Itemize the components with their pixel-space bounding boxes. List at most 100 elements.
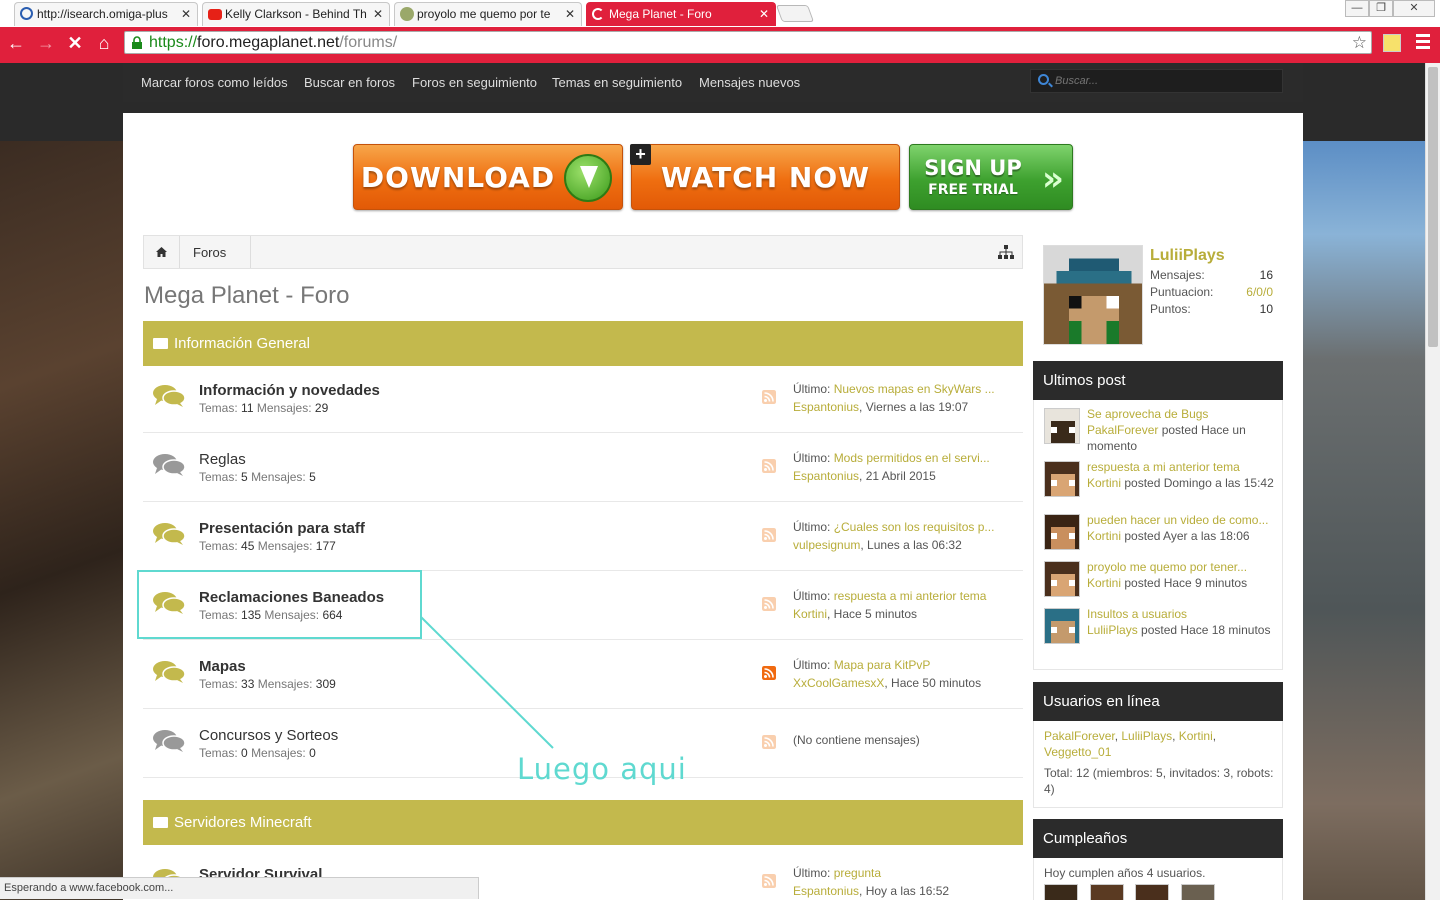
rss-icon[interactable] xyxy=(762,528,776,542)
last-post-link[interactable]: Nuevos mapas en SkyWars ... xyxy=(834,382,995,396)
avatar[interactable] xyxy=(1135,884,1170,900)
nav-mark-read[interactable]: Marcar foros como leídos xyxy=(141,75,288,90)
avatar[interactable] xyxy=(1043,245,1143,345)
last-post-link[interactable]: pregunta xyxy=(834,866,881,880)
rss-icon[interactable] xyxy=(762,597,776,611)
messages-count: 309 xyxy=(315,677,336,691)
rss-icon[interactable] xyxy=(762,390,776,404)
last-post-link[interactable]: ¿Cuales son los requisitos p... xyxy=(834,520,995,534)
home-icon[interactable] xyxy=(144,236,180,268)
close-icon[interactable]: ✕ xyxy=(373,3,383,25)
chevron-right-icon: » xyxy=(1042,159,1064,199)
last-post-user[interactable]: Kortini xyxy=(793,607,827,621)
scrollbar-thumb[interactable] xyxy=(1428,67,1438,347)
stop-button[interactable]: ✕ xyxy=(64,32,86,54)
bookmark-star-icon[interactable]: ☆ xyxy=(1352,32,1367,53)
forum-title-link[interactable]: Información y novedades xyxy=(199,382,380,399)
last-post-time: , 21 Abril 2015 xyxy=(859,469,936,483)
forum-title-link[interactable]: Reglas xyxy=(199,451,246,468)
menu-icon[interactable] xyxy=(1416,34,1430,50)
avatar[interactable] xyxy=(1044,608,1080,644)
close-icon[interactable]: ✕ xyxy=(565,3,575,25)
download-banner[interactable]: DOWNLOAD xyxy=(353,144,623,210)
page-scrollbar[interactable] xyxy=(1425,63,1440,900)
browser-tab[interactable]: http://isearch.omiga-plus ✕ xyxy=(14,2,198,26)
address-bar[interactable]: https://foro.megaplanet.net/forums/ ☆ xyxy=(124,31,1372,54)
browser-tab-active[interactable]: Mega Planet - Foro ✕ xyxy=(586,2,776,26)
forum-row[interactable]: Reglas Temas: 5 Mensajes: 5 Último: Mods p… xyxy=(143,433,1023,502)
category-header[interactable]: Información General xyxy=(143,321,1023,366)
profile-username[interactable]: LuliiPlays xyxy=(1150,247,1225,265)
browser-tab[interactable]: proyolo me quemo por te ✕ xyxy=(394,2,582,26)
sitemap-icon[interactable] xyxy=(998,245,1014,259)
latest-post-user[interactable]: Kortini xyxy=(1087,476,1121,490)
last-post-user[interactable]: Espantonius xyxy=(793,400,859,414)
last-post-user[interactable]: XxCoolGamesxX xyxy=(793,676,884,690)
close-icon[interactable]: ✕ xyxy=(759,3,769,25)
profile-stat: Mensajes: 16 xyxy=(1150,268,1273,282)
last-post-link[interactable]: Mapa para KitPvP xyxy=(834,658,931,672)
latest-post-title[interactable]: pueden hacer un video de como... xyxy=(1087,512,1277,528)
last-post-link[interactable]: respuesta a mi anterior tema xyxy=(834,589,987,603)
avatar[interactable] xyxy=(1044,561,1080,597)
nav-watched-threads[interactable]: Temas en seguimiento xyxy=(552,75,682,90)
rss-icon[interactable] xyxy=(762,459,776,473)
forum-stats: Temas: 0 Mensajes: 0 xyxy=(199,746,316,760)
new-tab-button[interactable] xyxy=(775,5,815,22)
latest-post-user[interactable]: LuliiPlays xyxy=(1087,623,1138,637)
forum-title-link[interactable]: Presentación para staff xyxy=(199,520,365,537)
last-post-link[interactable]: Mods permitidos en el servi... xyxy=(834,451,990,465)
forward-button[interactable]: → xyxy=(35,32,57,54)
online-user-link[interactable]: Kortini xyxy=(1179,729,1213,743)
online-user-link[interactable]: LuliiPlays xyxy=(1121,729,1172,743)
home-button[interactable]: ⌂ xyxy=(93,32,115,54)
latest-post-user[interactable]: Kortini xyxy=(1087,529,1121,543)
nav-search-forums[interactable]: Buscar en foros xyxy=(304,75,395,90)
last-post-user[interactable]: Espantonius xyxy=(793,884,859,898)
latest-post-title[interactable]: Se aprovecha de Bugs xyxy=(1087,406,1277,422)
forum-row[interactable]: Información y novedades Temas: 11 Mensaje… xyxy=(143,364,1023,433)
avatar[interactable] xyxy=(1044,408,1080,444)
forum-title-link[interactable]: Concursos y Sorteos xyxy=(199,727,338,744)
latest-post-title[interactable]: Insultos a usuarios xyxy=(1087,606,1277,622)
forum-row[interactable]: Mapas Temas: 33 Mensajes: 309 Último: Mapa… xyxy=(143,640,1023,709)
rss-icon[interactable] xyxy=(762,735,776,749)
search-input[interactable] xyxy=(1055,73,1275,89)
online-user-link[interactable]: PakalForever xyxy=(1044,729,1115,743)
avatar[interactable] xyxy=(1044,884,1078,900)
nav-new-posts[interactable]: Mensajes nuevos xyxy=(699,75,800,90)
last-post-time: , Viernes a las 19:07 xyxy=(859,400,969,414)
avatar[interactable] xyxy=(1044,514,1080,550)
close-window-button[interactable]: ✕ xyxy=(1393,0,1435,17)
category-header[interactable]: Servidores Minecraft xyxy=(143,800,1023,845)
online-user-link[interactable]: Veggetto_01 xyxy=(1044,745,1111,759)
latest-post-user[interactable]: PakalForever xyxy=(1087,423,1158,437)
rss-icon[interactable] xyxy=(762,666,776,680)
forum-row[interactable]: Presentación para staff Temas: 45 Mensaje… xyxy=(143,502,1023,571)
signup-banner[interactable]: SIGN UP FREE TRIAL » xyxy=(909,144,1073,210)
extension-icon[interactable] xyxy=(1383,34,1401,52)
avatar[interactable] xyxy=(1180,884,1215,900)
last-post-user[interactable]: vulpesignum xyxy=(793,538,860,552)
latest-post-text: respuesta a mi anterior tema Kortini post… xyxy=(1087,459,1277,491)
watch-now-banner[interactable]: WATCH NOW xyxy=(631,144,900,210)
latest-post-title[interactable]: respuesta a mi anterior tema xyxy=(1087,459,1277,475)
last-post-user[interactable]: Espantonius xyxy=(793,469,859,483)
last-post-label: Último: xyxy=(793,658,831,672)
back-button[interactable]: ← xyxy=(5,32,27,54)
forum-title-link[interactable]: Mapas xyxy=(199,658,246,675)
breadcrumb-item[interactable]: Foros xyxy=(193,245,226,260)
last-post-label: Último: xyxy=(793,589,831,603)
rss-icon[interactable] xyxy=(762,874,776,888)
last-post-label: Último: xyxy=(793,382,831,396)
breadcrumb-separator xyxy=(239,236,251,268)
maximize-button[interactable]: ❐ xyxy=(1369,0,1393,17)
minimize-button[interactable]: — xyxy=(1345,0,1369,17)
latest-post-title[interactable]: proyolo me quemo por tener... xyxy=(1087,559,1277,575)
avatar[interactable] xyxy=(1089,884,1124,900)
avatar[interactable] xyxy=(1044,461,1080,497)
latest-post-user[interactable]: Kortini xyxy=(1087,576,1121,590)
nav-watched-forums[interactable]: Foros en seguimiento xyxy=(412,75,537,90)
browser-tab[interactable]: Kelly Clarkson - Behind Th ✕ xyxy=(202,2,390,26)
close-icon[interactable]: ✕ xyxy=(181,3,191,25)
